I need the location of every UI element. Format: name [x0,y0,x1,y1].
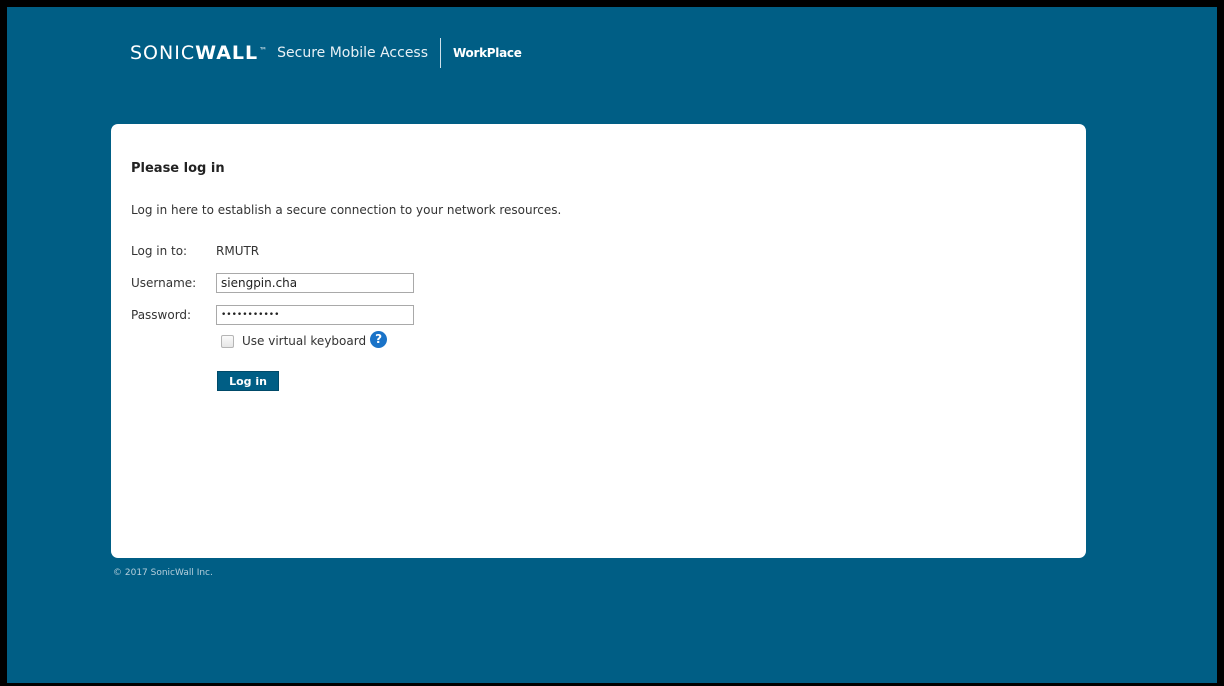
virtual-keyboard-option: Use virtual keyboard ? [221,330,388,348]
brand-logo-wall: WALL [195,42,259,64]
intro-text: Log in here to establish a secure connec… [131,203,562,217]
brand-trademark: ™ [259,45,268,55]
brand-logo-sonic: SONIC [130,42,196,64]
login-button[interactable]: Log in [217,371,279,391]
login-card: Please log in Log in here to establish a… [111,124,1086,558]
username-label: Username: [131,276,197,290]
virtual-keyboard-checkbox[interactable] [221,334,234,348]
help-icon[interactable]: ? [370,330,388,348]
header-divider [440,38,442,68]
copyright-footer: © 2017 SonicWall Inc. [113,568,213,578]
realm-value: RMUTR [216,244,260,258]
app-name: WorkPlace [453,46,522,60]
brand-header: SONIC WALL ™ Secure Mobile Access WorkPlac… [130,38,522,68]
product-name: Secure Mobile Access [277,45,429,61]
page-background: SONIC WALL ™ Secure Mobile Access WorkPlac… [7,7,1217,683]
page-title: Please log in [131,161,225,176]
realm-label: Log in to: [131,244,188,258]
password-label: Password: [131,308,192,322]
password-field[interactable]: ••••••••••• [216,305,414,325]
virtual-keyboard-label[interactable]: Use virtual keyboard [242,334,366,348]
username-field[interactable]: siengpin.cha [216,273,414,293]
